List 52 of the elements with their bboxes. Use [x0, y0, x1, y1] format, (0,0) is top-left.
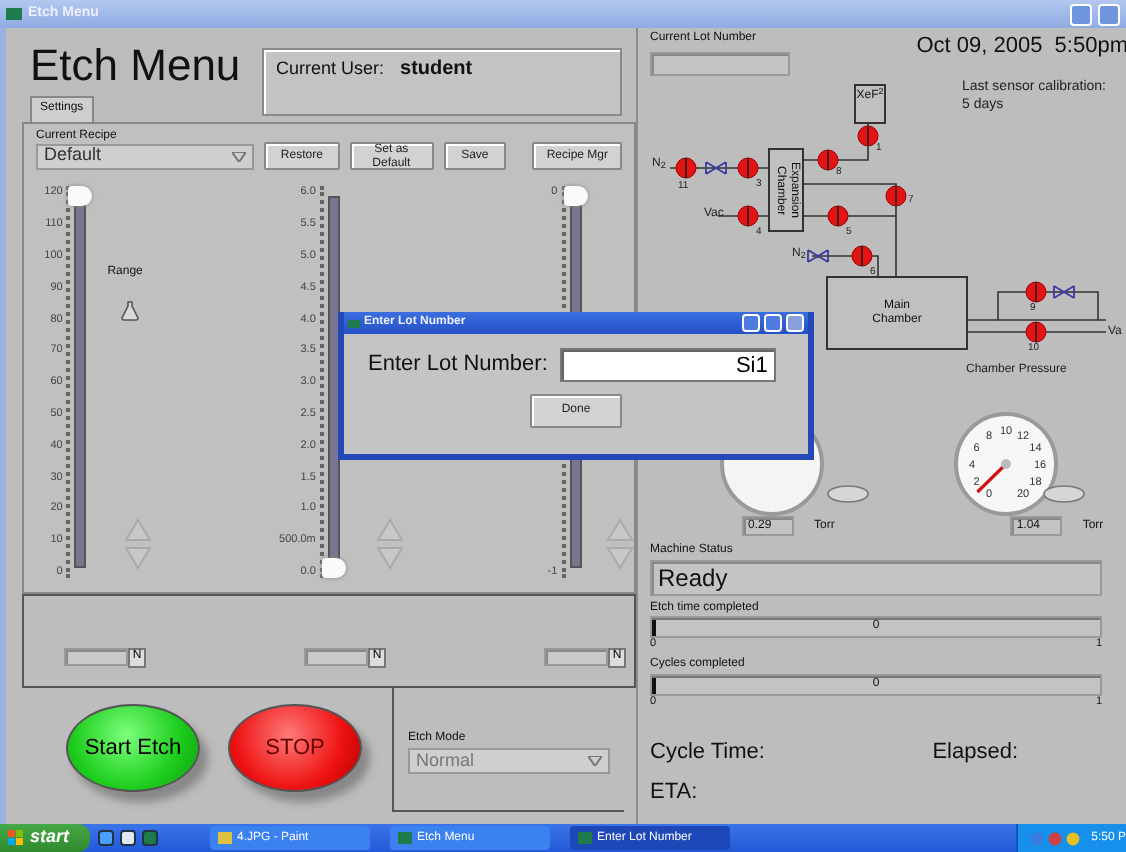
- manual-valve-icon: [705, 161, 727, 175]
- valve[interactable]: [1025, 321, 1047, 343]
- ie-icon[interactable]: [97, 830, 114, 846]
- app-title: Etch Menu: [28, 38, 241, 94]
- app-icon: [217, 832, 232, 844]
- slider-thumb[interactable]: [321, 558, 346, 579]
- manual-valve-icon: [807, 249, 829, 263]
- stop-button[interactable]: STOP: [228, 703, 362, 792]
- minimize-button[interactable]: [1070, 3, 1092, 25]
- valve[interactable]: [675, 157, 697, 179]
- recipe-dropdown[interactable]: Default: [36, 143, 255, 170]
- toggle-switch[interactable]: [1043, 485, 1085, 503]
- desktop-icon[interactable]: [119, 830, 136, 846]
- caret-icon: [232, 151, 247, 162]
- valve[interactable]: [737, 205, 759, 227]
- manual-valve-icon: [1053, 285, 1075, 299]
- numeric-field[interactable]: [304, 647, 368, 666]
- numeric-field[interactable]: [544, 647, 608, 666]
- valve[interactable]: [827, 205, 849, 227]
- app-icon: [6, 6, 22, 22]
- slider-thumb[interactable]: [68, 186, 93, 207]
- app-icon: [577, 832, 592, 844]
- valve[interactable]: [857, 125, 879, 147]
- status-field: Ready: [650, 559, 1102, 596]
- start-button[interactable]: Start Etch: [66, 703, 200, 792]
- date-time: Oct 09, 2005 5:50pm: [916, 32, 1126, 62]
- lot-number-input[interactable]: Si1: [559, 348, 776, 382]
- close-button[interactable]: [786, 314, 804, 332]
- windows-logo-icon: [8, 830, 24, 846]
- valve[interactable]: [1025, 281, 1047, 303]
- toggle-switch[interactable]: [827, 485, 869, 503]
- start-button[interactable]: start: [0, 824, 90, 852]
- lot-number-field[interactable]: [650, 51, 790, 76]
- maximize-button[interactable]: [1098, 3, 1120, 25]
- slider-thumb[interactable]: [563, 186, 588, 207]
- timer-label: Elapsed:: [932, 739, 1018, 764]
- valve[interactable]: [885, 185, 907, 207]
- user-label: Current User:: [276, 58, 385, 78]
- flask-icon: [119, 299, 140, 322]
- timer-label: Cycle Time:: [650, 739, 765, 764]
- valve[interactable]: [817, 149, 839, 171]
- lot-number-label: Enter Lot Number:: [368, 352, 548, 378]
- timer-label: ETA:: [650, 779, 700, 805]
- app-icon: [397, 832, 412, 844]
- app-icon: [348, 317, 360, 329]
- valve[interactable]: [737, 157, 759, 179]
- numeric-field[interactable]: [64, 647, 128, 666]
- maximize-button[interactable]: [764, 314, 782, 332]
- user-name: student: [400, 58, 473, 80]
- valve[interactable]: [851, 245, 873, 267]
- minimize-button[interactable]: [742, 314, 760, 332]
- caret-icon: [588, 756, 602, 767]
